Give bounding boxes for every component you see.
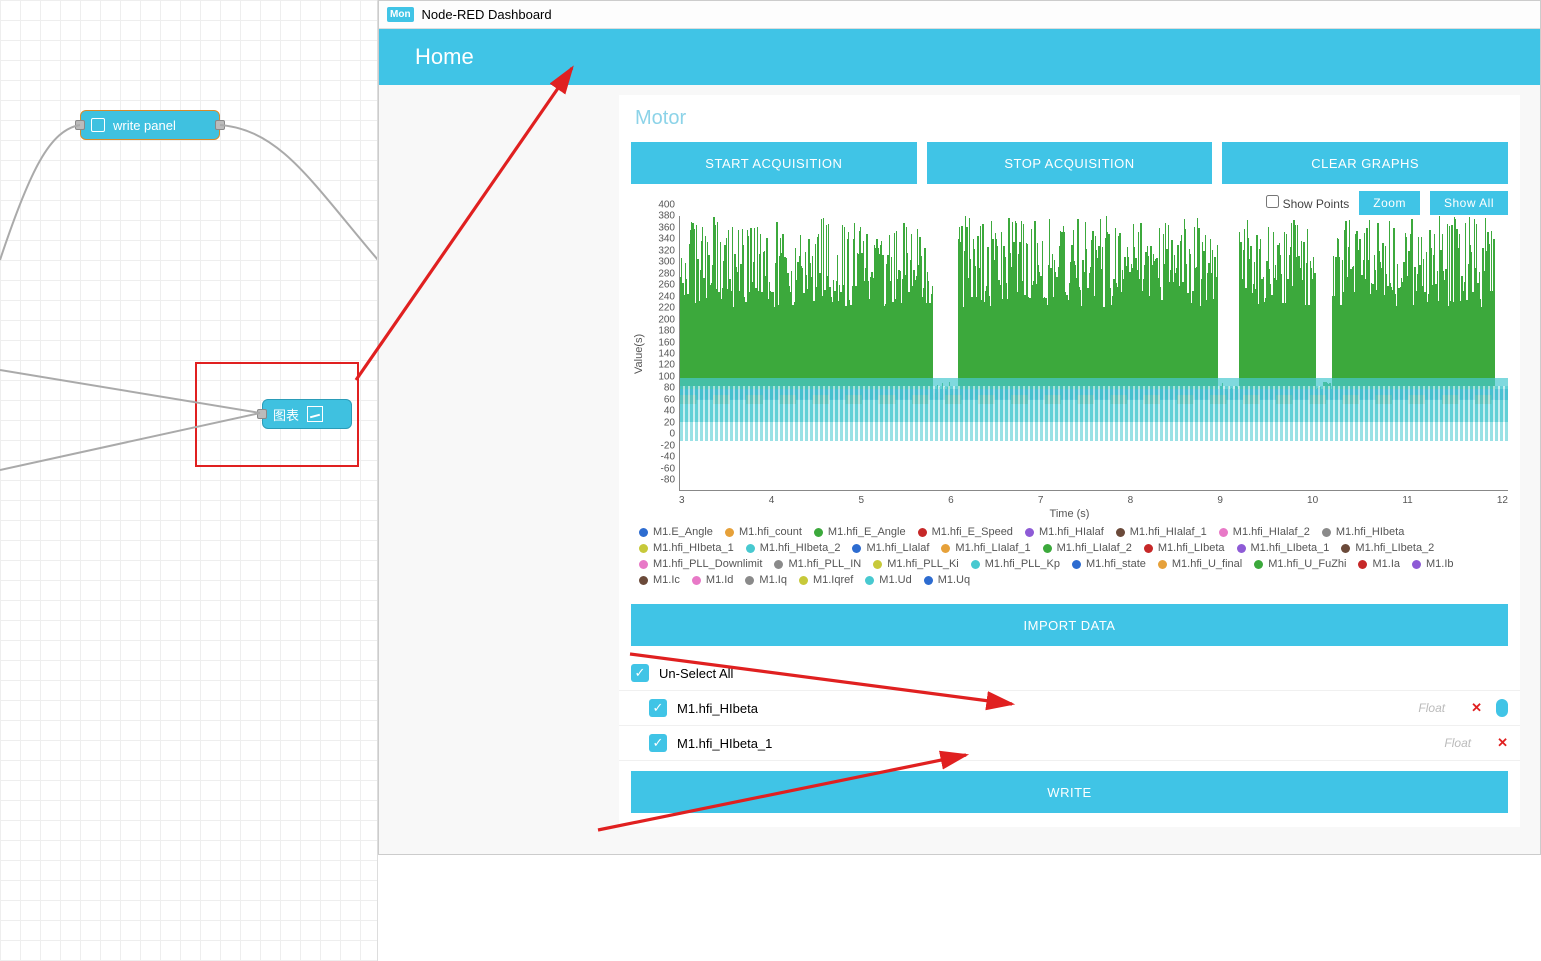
dashboard-window: Mon Node-RED Dashboard Home Motor START …: [378, 0, 1541, 855]
legend-item[interactable]: M1.Ic: [639, 574, 680, 586]
node-label: write panel: [113, 118, 176, 133]
legend-item[interactable]: M1.hfi_LIalaf_1: [941, 542, 1030, 554]
legend-item[interactable]: M1.hfi_HIalaf: [1025, 526, 1104, 538]
node-write-panel[interactable]: write panel: [80, 110, 220, 140]
chart-plot-area[interactable]: [679, 216, 1508, 491]
card-title: Motor: [619, 95, 1520, 142]
zoom-button[interactable]: Zoom: [1359, 191, 1420, 215]
legend-item[interactable]: M1.hfi_E_Speed: [918, 526, 1013, 538]
series-noise: [680, 386, 1508, 441]
chart-icon: [307, 406, 323, 422]
node-chart[interactable]: 图表: [262, 399, 352, 429]
delete-icon[interactable]: ✕: [1471, 700, 1482, 716]
param-label: M1.hfi_HIbeta_1: [677, 736, 772, 751]
legend-item[interactable]: M1.hfi_HIbeta_2: [746, 542, 841, 554]
param-row[interactable]: ✓ M1.hfi_HIbeta_1 Float ✕: [619, 726, 1520, 761]
checkbox-icon[interactable]: ✓: [649, 699, 667, 717]
legend-item[interactable]: M1.hfi_PLL_IN: [774, 558, 861, 570]
page-title: Home: [415, 44, 474, 70]
legend-item[interactable]: M1.hfi_LIalaf: [852, 542, 929, 554]
window-titlebar[interactable]: Mon Node-RED Dashboard: [379, 1, 1540, 29]
legend-item[interactable]: M1.hfi_LIalaf_2: [1043, 542, 1132, 554]
legend-item[interactable]: M1.hfi_LIbeta_2: [1341, 542, 1434, 554]
legend-item[interactable]: M1.hfi_state: [1072, 558, 1146, 570]
x-axis: 3456789101112: [679, 491, 1508, 506]
legend-item[interactable]: M1.hfi_LIbeta_1: [1237, 542, 1330, 554]
x-axis-label: Time (s): [631, 508, 1508, 520]
chart-legend: M1.E_Angle M1.hfi_count M1.hfi_E_Angle M1.h…: [631, 520, 1508, 596]
show-points-checkbox[interactable]: Show Points: [1266, 195, 1349, 211]
motor-chart[interactable]: Value(s) 4003803603403203002802602402202…: [631, 216, 1508, 491]
app-badge: Mon: [387, 7, 414, 22]
legend-item[interactable]: M1.Uq: [924, 574, 970, 586]
legend-item[interactable]: M1.Ib: [1412, 558, 1454, 570]
legend-item[interactable]: M1.hfi_U_FuZhi: [1254, 558, 1346, 570]
unselect-all-label: Un-Select All: [659, 666, 733, 681]
legend-item[interactable]: M1.Ud: [865, 574, 911, 586]
legend-item[interactable]: M1.hfi_LIbeta: [1144, 542, 1225, 554]
node-label: 图表: [273, 405, 299, 424]
checkbox-icon[interactable]: ✓: [649, 734, 667, 752]
legend-item[interactable]: M1.hfi_HIalaf_2: [1219, 526, 1310, 538]
scroll-thumb[interactable]: [1496, 699, 1508, 717]
legend-item[interactable]: M1.Ia: [1358, 558, 1400, 570]
panel-icon: [91, 118, 105, 132]
legend-item[interactable]: M1.hfi_U_final: [1158, 558, 1242, 570]
param-label: M1.hfi_HIbeta: [677, 701, 758, 716]
write-button[interactable]: WRITE: [631, 771, 1508, 813]
legend-item[interactable]: M1.hfi_PLL_Ki: [873, 558, 959, 570]
delete-icon[interactable]: ✕: [1497, 735, 1508, 751]
dashboard-header: Home: [379, 29, 1540, 85]
legend-item[interactable]: M1.hfi_PLL_Downlimit: [639, 558, 762, 570]
legend-item[interactable]: M1.E_Angle: [639, 526, 713, 538]
clear-graphs-button[interactable]: CLEAR GRAPHS: [1222, 142, 1508, 184]
flow-editor-canvas[interactable]: write panel 图表: [0, 0, 378, 961]
legend-item[interactable]: M1.hfi_count: [725, 526, 802, 538]
start-acquisition-button[interactable]: START ACQUISITION: [631, 142, 917, 184]
window-title: Node-RED Dashboard: [422, 7, 552, 22]
param-row[interactable]: ✓ M1.hfi_HIbeta Float ✕: [619, 691, 1520, 726]
y-axis: 4003803603403203002802602402202001801601…: [649, 216, 679, 491]
y-axis-label: Value(s): [631, 216, 649, 491]
legend-item[interactable]: M1.hfi_PLL_Kp: [971, 558, 1060, 570]
motor-card: Motor START ACQUISITION STOP ACQUISITION…: [619, 95, 1520, 827]
show-all-button[interactable]: Show All: [1430, 191, 1508, 215]
legend-item[interactable]: M1.Iq: [745, 574, 787, 586]
import-data-button[interactable]: IMPORT DATA: [631, 604, 1508, 646]
legend-item[interactable]: M1.hfi_HIbeta_1: [639, 542, 734, 554]
stop-acquisition-button[interactable]: STOP ACQUISITION: [927, 142, 1213, 184]
legend-item[interactable]: M1.Iqref: [799, 574, 853, 586]
param-input-placeholder[interactable]: Float: [1444, 736, 1471, 750]
legend-item[interactable]: M1.hfi_E_Angle: [814, 526, 906, 538]
param-input-placeholder[interactable]: Float: [1418, 701, 1445, 715]
legend-item[interactable]: M1.hfi_HIalaf_1: [1116, 526, 1207, 538]
legend-item[interactable]: M1.Id: [692, 574, 734, 586]
unselect-all-row[interactable]: ✓ Un-Select All: [619, 656, 1520, 691]
legend-item[interactable]: M1.hfi_HIbeta: [1322, 526, 1404, 538]
checkbox-icon[interactable]: ✓: [631, 664, 649, 682]
